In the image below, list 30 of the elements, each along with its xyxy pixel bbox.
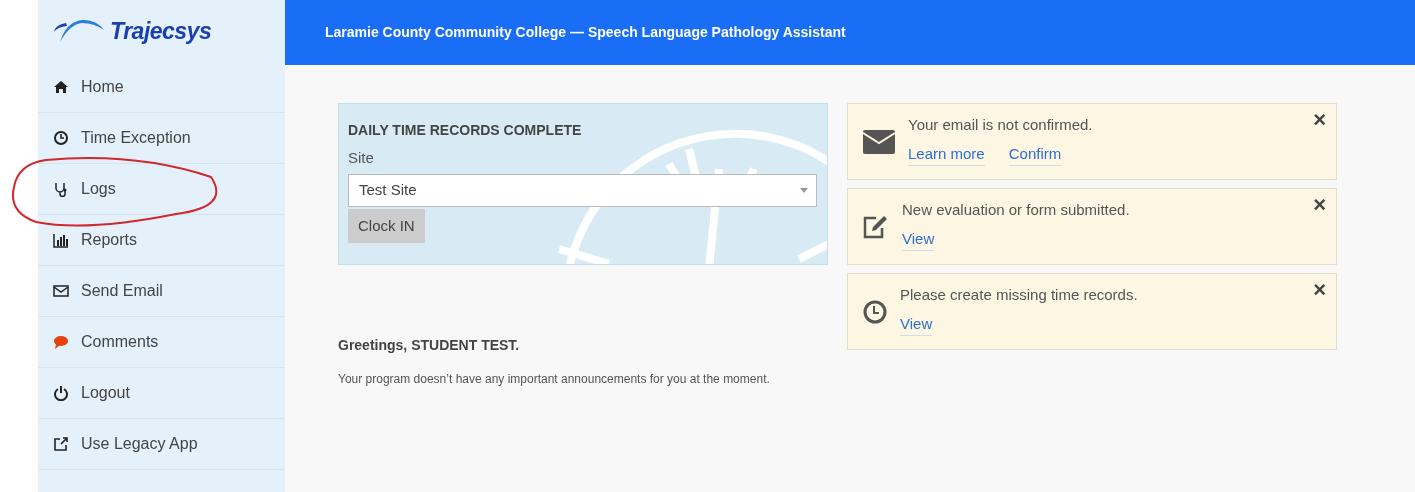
bar-chart-icon — [53, 232, 69, 248]
logo-text: Trajecsys — [110, 16, 212, 46]
clock-icon — [53, 130, 69, 146]
mail-icon — [53, 283, 69, 299]
external-link-icon — [53, 436, 69, 452]
notice-link[interactable]: View — [902, 227, 935, 251]
notice-message: Please create missing time records. — [900, 285, 1138, 305]
envelope-icon — [862, 129, 896, 155]
home-icon — [53, 79, 69, 95]
close-button[interactable]: × — [1313, 109, 1326, 131]
speech-bubble-icon — [53, 334, 69, 350]
notice-link[interactable]: Confirm — [1008, 142, 1062, 166]
notice-message: New evaluation or form submitted. — [902, 200, 1130, 220]
close-button[interactable]: × — [1313, 279, 1326, 301]
edit-icon — [862, 214, 890, 240]
greeting-text: Greetings, STUDENT TEST. — [338, 336, 521, 355]
clock-in-button[interactable]: Clock IN — [348, 208, 425, 243]
announcement-text: Your program doesn’t have any important announcements for you at the moment. — [338, 371, 771, 388]
field-label: Site — [348, 148, 375, 168]
caret-icon — [800, 187, 808, 193]
card-title: DAILY TIME RECORDS COMPLETE — [348, 121, 583, 140]
notice-link[interactable]: Learn more — [908, 142, 985, 166]
clock-icon — [862, 299, 888, 325]
close-button[interactable]: × — [1313, 194, 1326, 216]
notice-link[interactable]: View — [900, 312, 933, 336]
header-title: Laramie County Community College — Speech Language Pathology Assistant — [285, 0, 1415, 65]
site-select[interactable]: Test Site — [348, 173, 817, 207]
notice-message: Your email is not confirmed. — [908, 115, 1093, 135]
power-icon — [53, 385, 69, 401]
stethoscope-icon — [53, 181, 69, 197]
